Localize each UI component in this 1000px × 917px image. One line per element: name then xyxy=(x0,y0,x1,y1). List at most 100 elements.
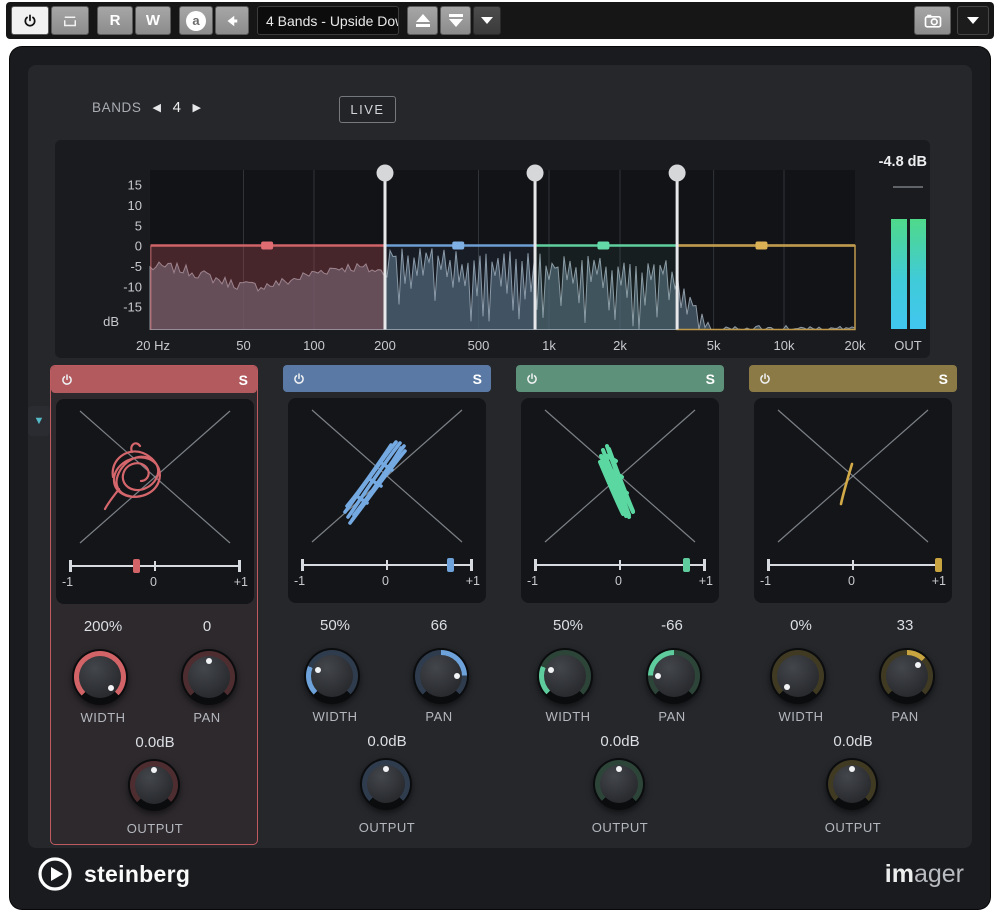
band-strip: S -1 0 +1 200% 0 WIDTH PAN xyxy=(50,365,258,845)
output-knob[interactable] xyxy=(128,759,180,811)
collapse-panel-button[interactable]: ▼ xyxy=(28,406,50,436)
band-handle[interactable] xyxy=(261,242,273,250)
band3-region xyxy=(535,246,677,330)
width-knob[interactable] xyxy=(537,648,593,704)
scale-tick xyxy=(301,559,304,571)
scale-max-label: +1 xyxy=(932,574,946,588)
brand-name: steinberg xyxy=(84,861,190,888)
host-toolbar: R W a 4 Bands - Upside Down xyxy=(6,2,994,39)
scale-tick xyxy=(154,561,156,571)
band-header: S xyxy=(283,365,491,392)
band-power-button[interactable] xyxy=(525,372,539,386)
band-power-button[interactable] xyxy=(292,372,306,386)
crossover-handle[interactable] xyxy=(669,165,686,182)
write-automation-button[interactable]: W xyxy=(135,6,171,35)
output-knob[interactable] xyxy=(360,758,412,810)
output-knob[interactable] xyxy=(593,758,645,810)
scale-labels: -1 0 +1 xyxy=(294,574,480,588)
balance-marker xyxy=(683,558,690,572)
scale-tick xyxy=(69,560,72,572)
balance-marker xyxy=(133,559,140,573)
output-meter-left xyxy=(891,219,907,329)
balance-marker xyxy=(935,558,942,572)
crossover-handle[interactable] xyxy=(377,165,394,182)
crossover-handle[interactable] xyxy=(527,165,544,182)
plugin-activate-button[interactable] xyxy=(11,6,49,35)
pan-knob[interactable] xyxy=(879,648,935,704)
svg-text:50: 50 xyxy=(236,338,250,353)
previous-preset-button[interactable] xyxy=(407,6,438,35)
width-knob[interactable] xyxy=(304,648,360,704)
bands-increment-button[interactable]: ▶ xyxy=(193,101,202,114)
svg-text:5: 5 xyxy=(135,218,142,233)
spectrum-display[interactable]: 1510 50 -5-10 -15 dB 20 Hz50 100200 5001… xyxy=(55,140,930,358)
scale-max-label: +1 xyxy=(466,574,480,588)
main-panel: BANDS ◀ 4 ▶ LIVE xyxy=(28,65,972,848)
bypass-button[interactable] xyxy=(51,6,89,35)
svg-text:15: 15 xyxy=(128,178,142,193)
live-button[interactable]: LIVE xyxy=(339,96,396,123)
band1-region xyxy=(150,246,385,330)
switch-ab-button[interactable]: a xyxy=(179,6,213,35)
scale-labels: -1 0 +1 xyxy=(527,574,713,588)
band-solo-button[interactable]: S xyxy=(239,372,248,388)
copy-a-to-b-button[interactable] xyxy=(215,6,249,35)
output-label: OUTPUT xyxy=(103,821,207,836)
scale-tick xyxy=(238,560,241,572)
width-value: 200% xyxy=(51,618,155,635)
output-level-readout: -4.8 dB xyxy=(879,154,927,170)
output-value: 0.0dB xyxy=(103,734,207,751)
pan-knob[interactable] xyxy=(181,649,237,705)
next-preset-button[interactable] xyxy=(440,6,471,35)
bands-control: BANDS ◀ 4 ▶ xyxy=(92,99,202,116)
output-value: 0.0dB xyxy=(335,733,439,750)
svg-text:-5: -5 xyxy=(130,259,142,274)
bands-decrement-button[interactable]: ◀ xyxy=(153,101,162,114)
snapshot-button[interactable] xyxy=(914,6,951,35)
band-handle[interactable] xyxy=(452,242,464,250)
dropdown-icon xyxy=(481,17,493,24)
output-knob[interactable] xyxy=(826,758,878,810)
preset-menu-button[interactable] xyxy=(473,6,501,35)
width-knob[interactable] xyxy=(72,649,128,705)
footer: steinberg imager xyxy=(10,845,990,903)
band-solo-button[interactable]: S xyxy=(706,371,715,387)
scale-tick xyxy=(386,560,388,570)
pan-knob[interactable] xyxy=(646,648,702,704)
stereo-scope-display: -1 0 +1 xyxy=(288,398,486,603)
bands-label: BANDS xyxy=(92,100,142,115)
band-strip: S -1 0 +1 50% 66 WIDTH PAN xyxy=(283,365,491,845)
band-strip: S -1 0 +1 0% 33 WIDTH PAN 0 xyxy=(749,365,957,845)
balance-marker xyxy=(447,558,454,572)
pan-value: 33 xyxy=(853,617,957,634)
function-menu-button[interactable] xyxy=(957,6,989,35)
svg-text:-15: -15 xyxy=(123,300,142,315)
bands-count-value: 4 xyxy=(173,99,182,116)
output-label: OUTPUT xyxy=(335,820,439,835)
scope-correlation-trace xyxy=(600,446,633,517)
band-solo-button[interactable]: S xyxy=(473,371,482,387)
width-label: WIDTH xyxy=(516,709,620,724)
output-label: OUTPUT xyxy=(801,820,905,835)
imager-plugin-window: R W a 4 Bands - Upside Down xyxy=(0,0,1000,917)
band-solo-button[interactable]: S xyxy=(939,371,948,387)
pan-knob[interactable] xyxy=(413,648,469,704)
band-header: S xyxy=(749,365,957,392)
width-knob[interactable] xyxy=(770,648,826,704)
svg-text:10: 10 xyxy=(128,198,142,213)
preset-name-field[interactable]: 4 Bands - Upside Down xyxy=(257,6,399,35)
svg-text:20 Hz: 20 Hz xyxy=(136,338,170,353)
scale-tick xyxy=(852,560,854,570)
scale-min-label: -1 xyxy=(62,575,73,589)
db-unit-label: dB xyxy=(103,314,119,329)
pan-label: PAN xyxy=(155,710,259,725)
band-power-button[interactable] xyxy=(60,373,74,387)
band-handle[interactable] xyxy=(755,242,767,250)
scale-zero-label: 0 xyxy=(150,575,157,589)
read-automation-button[interactable]: R xyxy=(97,6,133,35)
band-handle[interactable] xyxy=(597,242,609,250)
band-power-button[interactable] xyxy=(758,372,772,386)
camera-icon xyxy=(923,11,943,31)
out-label: OUT xyxy=(894,338,922,353)
scale-min-label: -1 xyxy=(527,574,538,588)
